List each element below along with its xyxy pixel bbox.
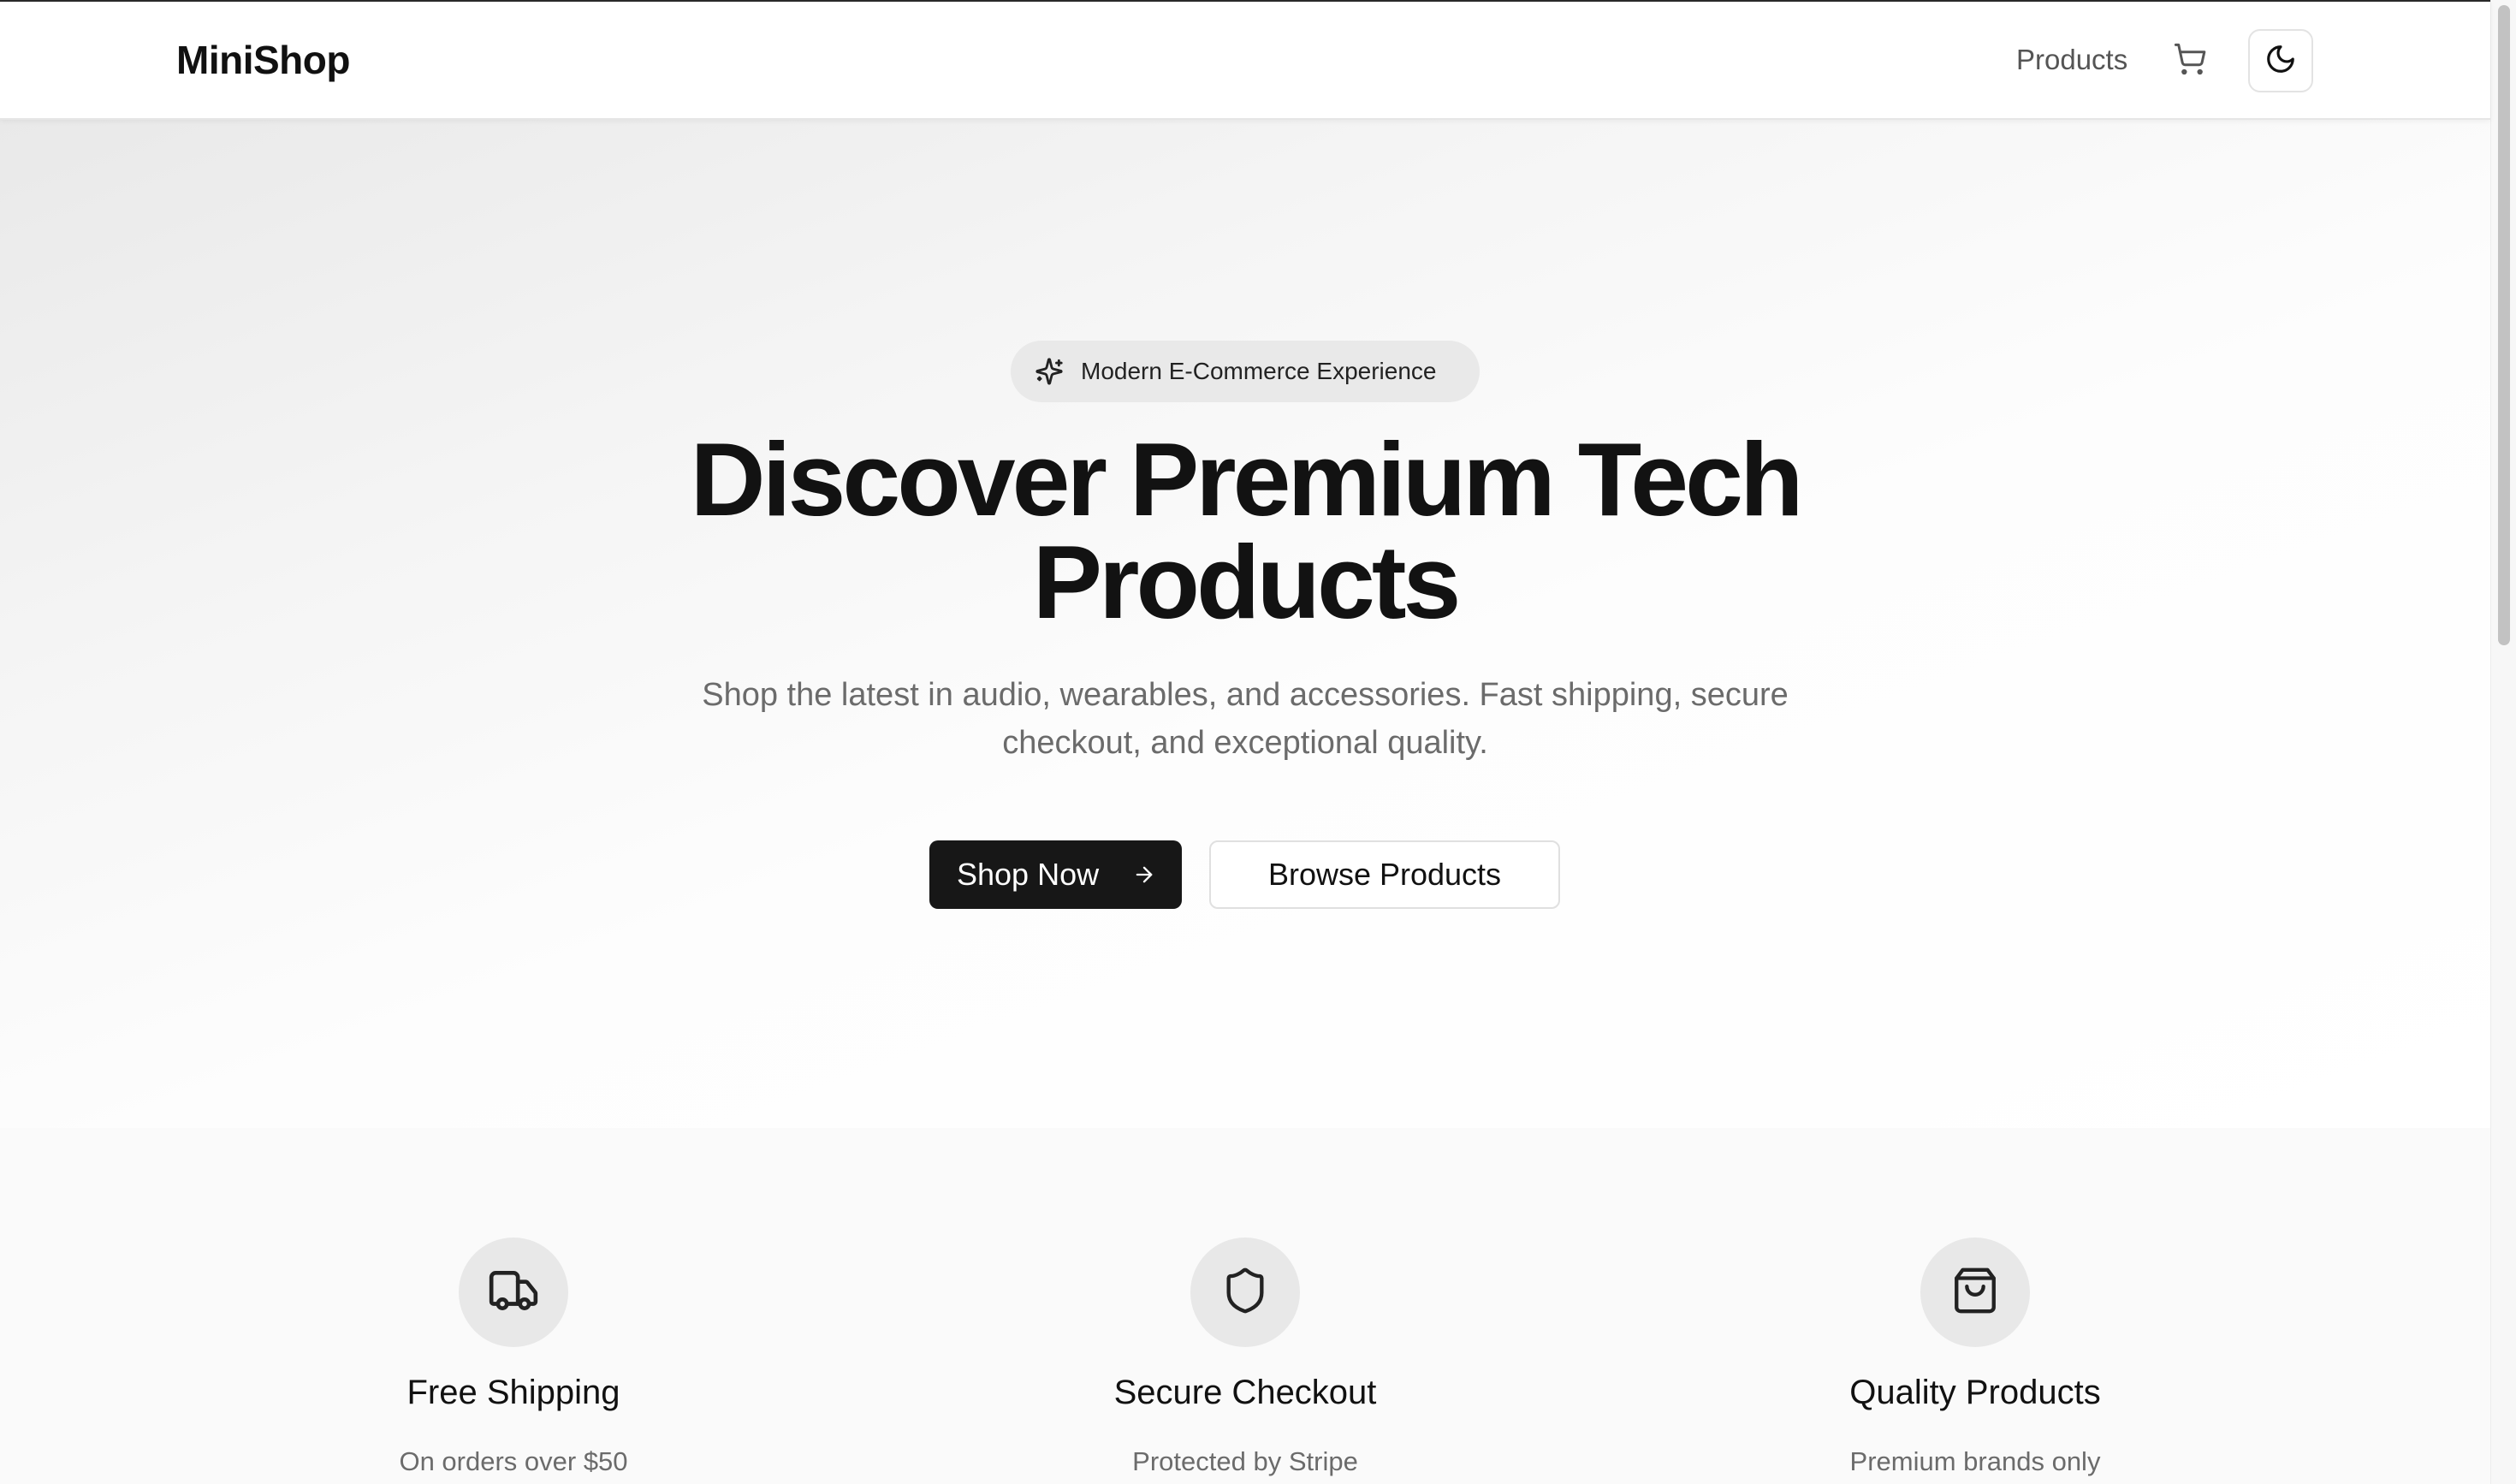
feature-title: Secure Checkout xyxy=(1113,1374,1377,1411)
page-scrollbar[interactable] xyxy=(2490,0,2516,1484)
hero-subtitle-line-2: checkout, and exceptional quality. xyxy=(1002,725,1488,761)
hero-subtitle: Shop the latest in audio, wearables, and… xyxy=(646,671,1844,767)
hero-title-line-1: Discover Premium Tech xyxy=(690,421,1804,537)
cart-icon xyxy=(2173,42,2207,80)
hero-badge-label: Modern E-Commerce Experience xyxy=(1081,358,1437,384)
features-section: Free Shipping On orders over $50 Secure … xyxy=(0,1128,2490,1484)
truck-icon xyxy=(487,1264,540,1321)
feature-title: Free Shipping xyxy=(406,1374,620,1411)
feature-description: On orders over $50 xyxy=(399,1446,628,1476)
hero-subtitle-line-1: Shop the latest in audio, wearables, and… xyxy=(702,677,1789,713)
shop-now-button[interactable]: Shop Now xyxy=(929,840,1182,909)
hero-section: Modern E-Commerce Experience Discover Pr… xyxy=(0,120,2490,1128)
sparkles-icon xyxy=(1035,357,1064,386)
shopping-bag-icon xyxy=(1950,1266,2000,1320)
hero-badge: Modern E-Commerce Experience xyxy=(1011,341,1480,402)
shield-icon xyxy=(1220,1266,1270,1320)
feature-description: Protected by Stripe xyxy=(1132,1446,1358,1476)
hero-title: Discover Premium Tech Products xyxy=(561,427,1930,634)
page: MiniShop Products Modern E-Commerce Expe… xyxy=(0,0,2516,1484)
cart-button[interactable] xyxy=(2169,39,2211,82)
theme-toggle-button[interactable] xyxy=(2248,29,2313,92)
feature-title: Quality Products xyxy=(1849,1374,2101,1411)
shop-now-label: Shop Now xyxy=(957,857,1100,892)
browse-products-button[interactable]: Browse Products xyxy=(1209,840,1560,909)
feature-description: Premium brands only xyxy=(1849,1446,2101,1476)
hero-title-line-2: Products xyxy=(1032,524,1462,640)
nav-products-link[interactable]: Products xyxy=(2016,43,2127,77)
arrow-right-icon xyxy=(1132,863,1156,887)
feature-icon-circle xyxy=(1920,1238,2030,1347)
feature-icon-circle xyxy=(1190,1238,1300,1347)
browse-products-label: Browse Products xyxy=(1267,857,1502,892)
site-logo[interactable]: MiniShop xyxy=(176,34,350,86)
site-header: MiniShop Products xyxy=(0,2,2490,120)
moon-icon xyxy=(2264,43,2297,80)
feature-icon-circle xyxy=(459,1238,568,1347)
scrollbar-thumb[interactable] xyxy=(2498,5,2510,645)
